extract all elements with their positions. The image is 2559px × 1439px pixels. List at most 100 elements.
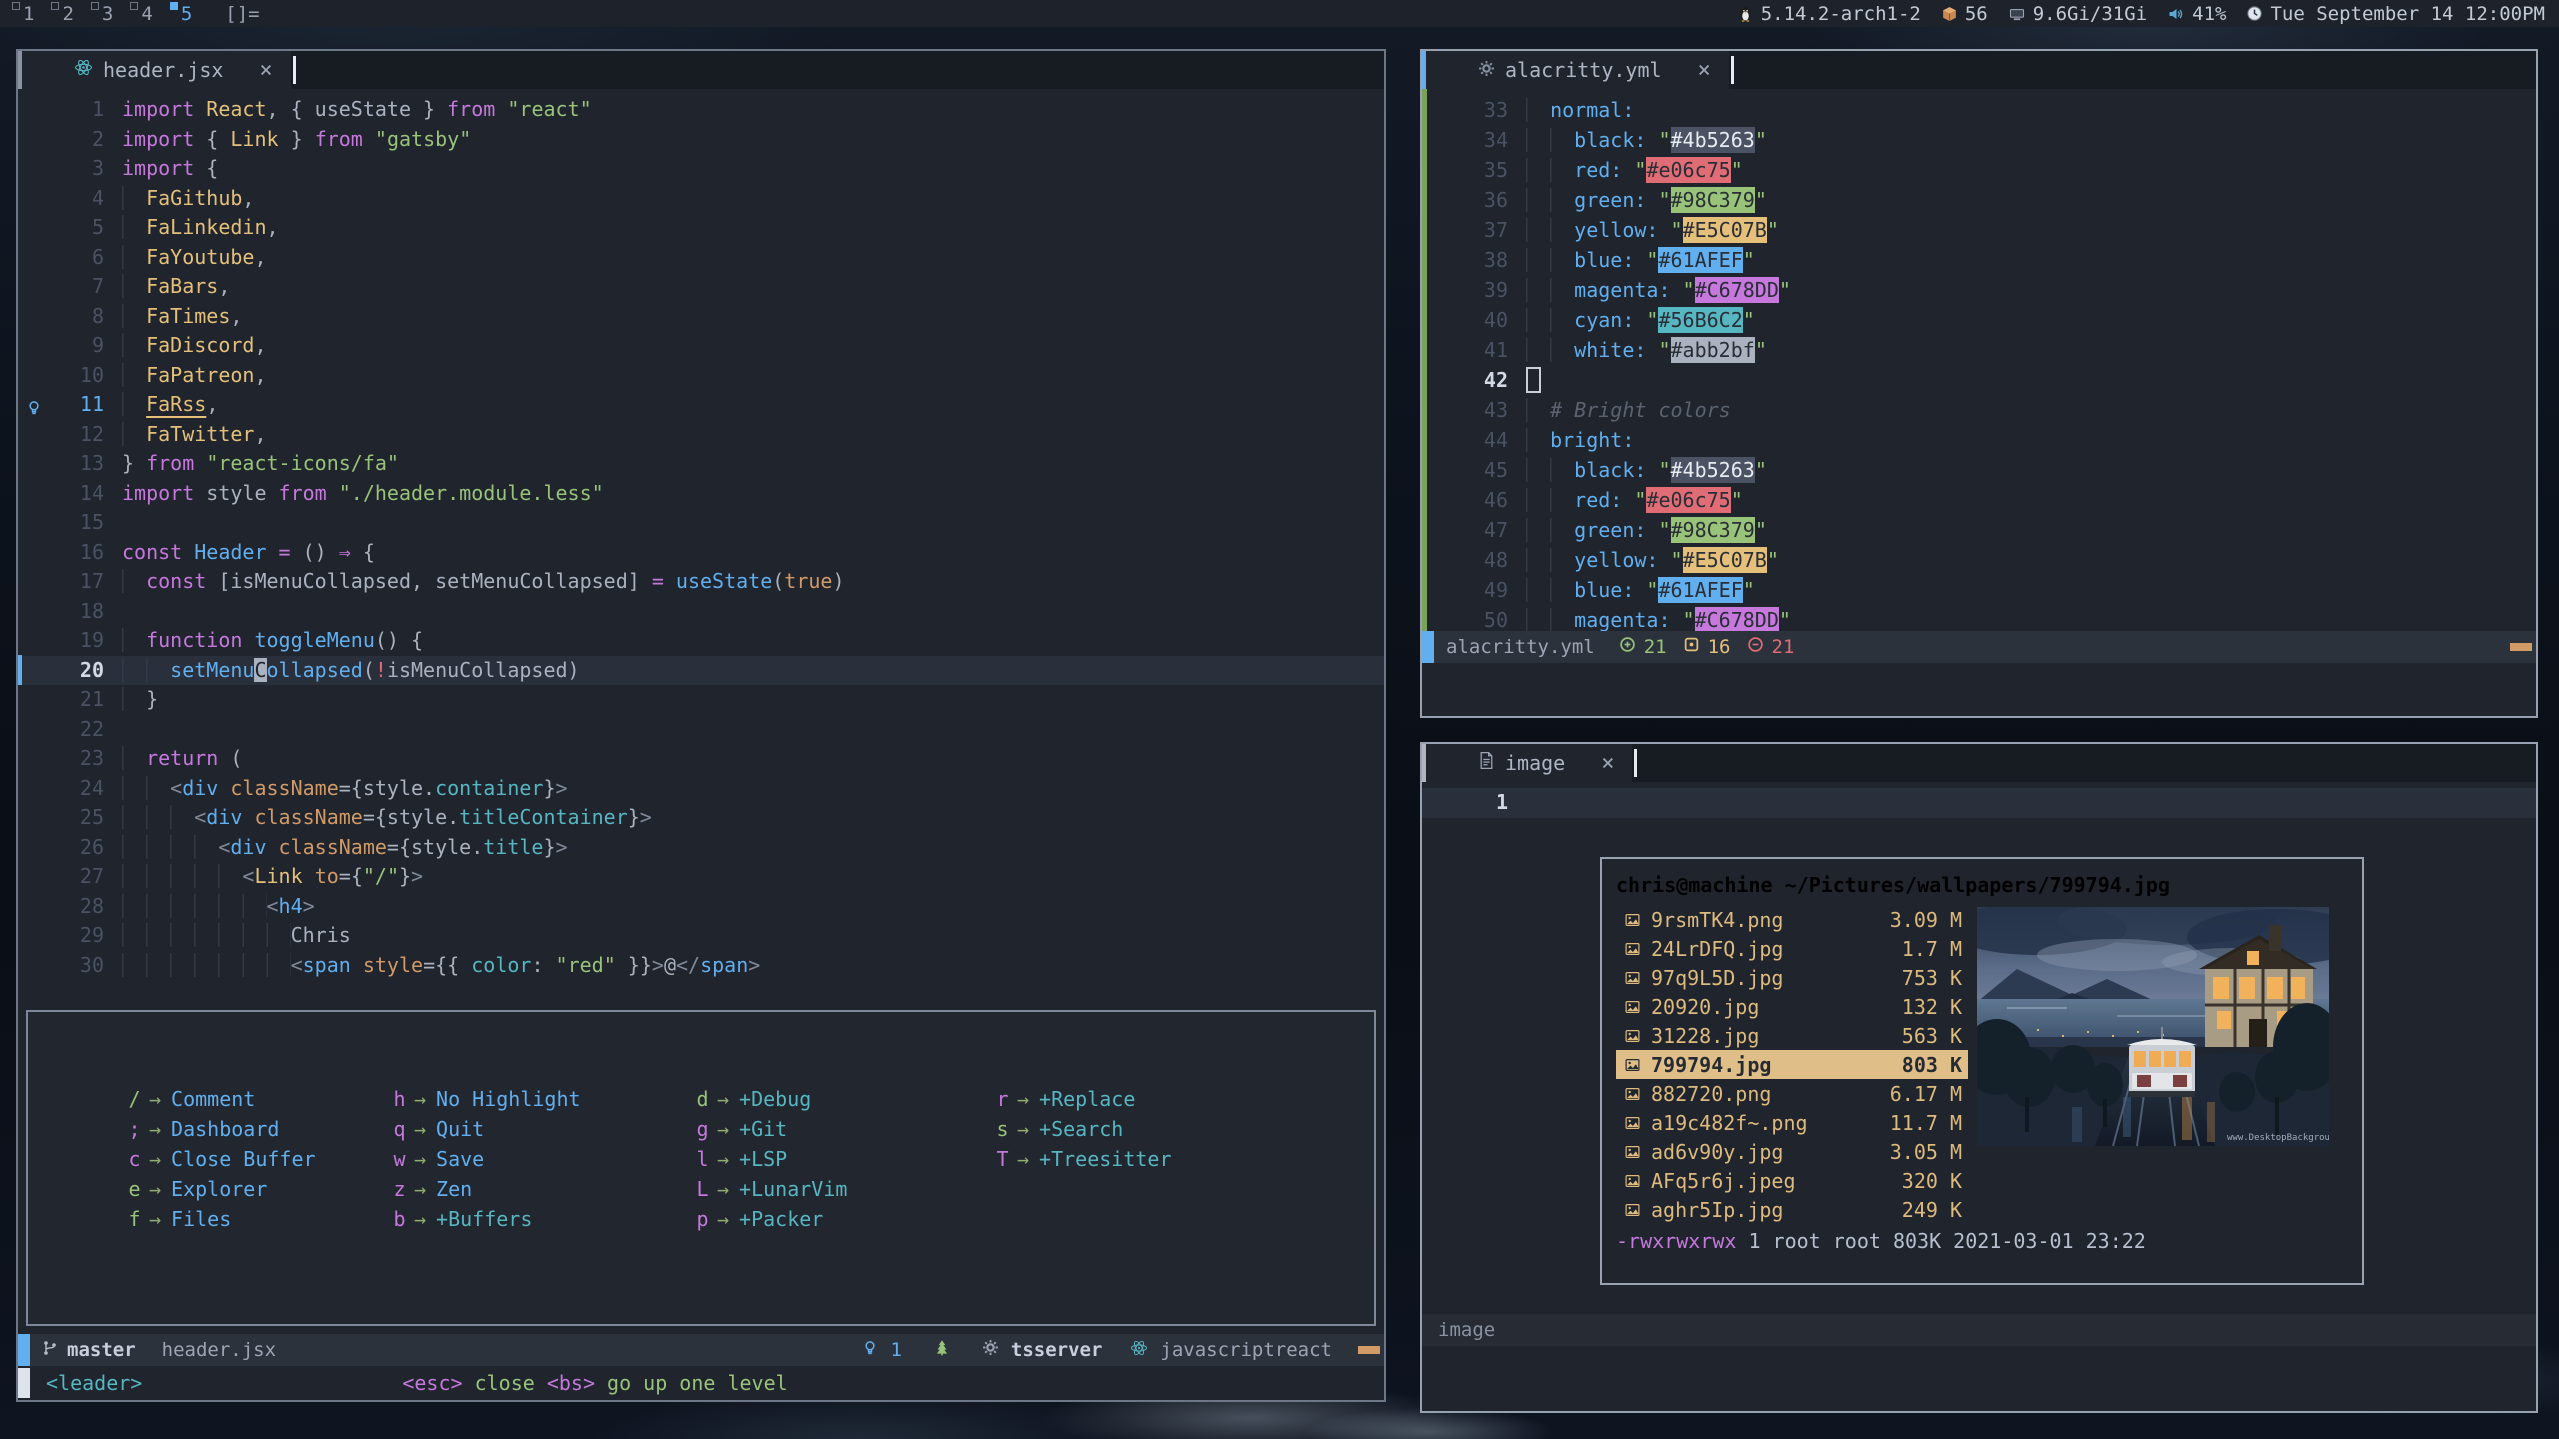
- file-row[interactable]: 97q9L5D.jpg753 K: [1616, 963, 1968, 992]
- file-size: 132 K: [1902, 995, 1962, 1019]
- code-line[interactable]: 48 yellow: "#E5C07B": [1422, 545, 2536, 575]
- code-line[interactable]: 20 setMenuCollapsed(!isMenuCollapsed): [18, 656, 1384, 686]
- command-line: <leader> <esc> close <bs> go up one leve…: [18, 1366, 1384, 1400]
- code-line[interactable]: 49 blue: "#61AFEF": [1422, 575, 2536, 605]
- keybinding-item[interactable]: L→+LunarVim: [696, 1174, 996, 1204]
- keybinding-item[interactable]: f→Files: [128, 1204, 393, 1234]
- code-area-alacritty[interactable]: 33 normal:34 black: "#4b5263"35 red: "#e…: [1422, 89, 2536, 631]
- code-line[interactable]: 47 green: "#98C379": [1422, 515, 2536, 545]
- code-line[interactable]: 5 FaLinkedin,: [18, 213, 1384, 243]
- workspace-button[interactable]: 5: [168, 0, 207, 27]
- code-line[interactable]: 18: [18, 597, 1384, 627]
- code-line[interactable]: 16const Header = () ⇒ {: [18, 538, 1384, 568]
- text-segment: import: [122, 156, 206, 180]
- code-line[interactable]: 12 FaTwitter,: [18, 420, 1384, 450]
- code-line[interactable]: 46 red: "#e06c75": [1422, 485, 2536, 515]
- tab-alacritty-yml[interactable]: alacritty.yml ×: [1426, 51, 1729, 89]
- tab-header-jsx[interactable]: header.jsx ×: [22, 51, 291, 89]
- code-line[interactable]: 34 black: "#4b5263": [1422, 125, 2536, 155]
- workspace-button[interactable]: 4: [128, 0, 167, 27]
- code-line[interactable]: 10 FaPatreon,: [18, 361, 1384, 391]
- code-line[interactable]: 45 black: "#4b5263": [1422, 455, 2536, 485]
- text-segment: container: [435, 776, 543, 800]
- workspace-button[interactable]: 2: [49, 0, 88, 27]
- keybinding-item[interactable]: l→+LSP: [696, 1144, 996, 1174]
- code-line[interactable]: 14import style from "./header.module.les…: [18, 479, 1384, 509]
- file-row[interactable]: 20920.jpg132 K: [1616, 992, 1968, 1021]
- keybinding-item[interactable]: p→+Packer: [696, 1204, 996, 1234]
- code-line[interactable]: 26 <div className={style.title}>: [18, 833, 1384, 863]
- code-line[interactable]: 22: [18, 715, 1384, 745]
- file-row[interactable]: 799794.jpg803 K: [1616, 1050, 1968, 1079]
- text-segment: #98C379: [1671, 517, 1755, 543]
- code-line[interactable]: 36 green: "#98C379": [1422, 185, 2536, 215]
- code-line[interactable]: 8 FaTimes,: [18, 302, 1384, 332]
- keybinding-item[interactable]: c→Close Buffer: [128, 1144, 393, 1174]
- code-line[interactable]: 1: [1422, 788, 2536, 818]
- file-row[interactable]: a19c482f~.png11.7 M: [1616, 1108, 1968, 1137]
- code-line[interactable]: 38 blue: "#61AFEF": [1422, 245, 2536, 275]
- code-line[interactable]: 28 <h4>: [18, 892, 1384, 922]
- code-line[interactable]: 13} from "react-icons/fa": [18, 449, 1384, 479]
- file-row[interactable]: ad6v90y.jpg3.05 M: [1616, 1137, 1968, 1166]
- code-line[interactable]: 17 const [isMenuCollapsed, setMenuCollap…: [18, 567, 1384, 597]
- code-line[interactable]: 25 <div className={style.titleContainer}…: [18, 803, 1384, 833]
- file-row[interactable]: 31228.jpg563 K: [1616, 1021, 1968, 1050]
- workspace-switcher: 12345: [0, 0, 207, 27]
- code-line[interactable]: 44 bright:: [1422, 425, 2536, 455]
- workspace-button[interactable]: 1: [10, 0, 49, 27]
- close-icon[interactable]: ×: [1698, 58, 1711, 83]
- keybinding-item[interactable]: g→+Git: [696, 1114, 996, 1144]
- keybinding-item[interactable]: ;→Dashboard: [128, 1114, 393, 1144]
- keybinding-item[interactable]: z→Zen: [393, 1174, 696, 1204]
- code-line[interactable]: 11 FaRss,: [18, 390, 1384, 420]
- code-line[interactable]: 40 cyan: "#56B6C2": [1422, 305, 2536, 335]
- code-line[interactable]: 29 Chris: [18, 921, 1384, 951]
- text-segment: [122, 746, 146, 770]
- code-line[interactable]: 23 return (: [18, 744, 1384, 774]
- keybinding-item[interactable]: e→Explorer: [128, 1174, 393, 1204]
- code-line[interactable]: 21 }: [18, 685, 1384, 715]
- keybinding-item[interactable]: r→+Replace: [996, 1084, 1172, 1114]
- file-row[interactable]: 24LrDFQ.jpg1.7 M: [1616, 934, 1968, 963]
- code-line[interactable]: 7 FaBars,: [18, 272, 1384, 302]
- code-line[interactable]: 37 yellow: "#E5C07B": [1422, 215, 2536, 245]
- code-line[interactable]: 30 <span style={{ color: "red" }}>@</spa…: [18, 951, 1384, 981]
- code-line[interactable]: 1import React, { useState } from "react": [18, 95, 1384, 125]
- keybinding-item[interactable]: /→Comment: [128, 1084, 393, 1114]
- close-icon[interactable]: ×: [259, 58, 272, 83]
- code-line[interactable]: 19 function toggleMenu() {: [18, 626, 1384, 656]
- keybinding-item[interactable]: b→+Buffers: [393, 1204, 696, 1234]
- code-line[interactable]: 35 red: "#e06c75": [1422, 155, 2536, 185]
- file-row[interactable]: aghr5Ip.jpg249 K: [1616, 1195, 1968, 1224]
- code-line[interactable]: 41 white: "#abb2bf": [1422, 335, 2536, 365]
- code-line[interactable]: 33 normal:: [1422, 95, 2536, 125]
- keybinding-item[interactable]: q→Quit: [393, 1114, 696, 1144]
- file-row[interactable]: 882720.png6.17 M: [1616, 1079, 1968, 1108]
- code-area-left[interactable]: 1import React, { useState } from "react"…: [18, 89, 1384, 1334]
- code-line[interactable]: 4 FaGithub,: [18, 184, 1384, 214]
- buffer-area-image[interactable]: 1 chris@machine ~/Pictures/wallpapers/79…: [1422, 782, 2536, 1314]
- code-line[interactable]: 39 magenta: "#C678DD": [1422, 275, 2536, 305]
- code-line[interactable]: 42: [1422, 365, 2536, 395]
- code-line[interactable]: 24 <div className={style.container}>: [18, 774, 1384, 804]
- code-line[interactable]: 50 magenta: "#C678DD": [1422, 605, 2536, 631]
- keybinding-item[interactable]: d→+Debug: [696, 1084, 996, 1114]
- code-line[interactable]: 15: [18, 508, 1384, 538]
- line-content: [1526, 365, 1541, 395]
- code-line[interactable]: 43 # Bright colors: [1422, 395, 2536, 425]
- code-line[interactable]: 6 FaYoutube,: [18, 243, 1384, 273]
- close-icon[interactable]: ×: [1601, 751, 1614, 776]
- code-line[interactable]: 9 FaDiscord,: [18, 331, 1384, 361]
- keybinding-item[interactable]: w→Save: [393, 1144, 696, 1174]
- code-line[interactable]: 27 <Link to={"/"}>: [18, 862, 1384, 892]
- file-row[interactable]: AFq5r6j.jpeg320 K: [1616, 1166, 1968, 1195]
- file-row[interactable]: 9rsmTK4.png3.09 M: [1616, 905, 1968, 934]
- tab-image[interactable]: image ×: [1426, 744, 1632, 782]
- code-line[interactable]: 2import { Link } from "gatsby": [18, 125, 1384, 155]
- keybinding-item[interactable]: h→No Highlight: [393, 1084, 696, 1114]
- keybinding-item[interactable]: s→+Search: [996, 1114, 1172, 1144]
- workspace-button[interactable]: 3: [89, 0, 128, 27]
- code-line[interactable]: 3import {: [18, 154, 1384, 184]
- keybinding-item[interactable]: T→+Treesitter: [996, 1144, 1172, 1174]
